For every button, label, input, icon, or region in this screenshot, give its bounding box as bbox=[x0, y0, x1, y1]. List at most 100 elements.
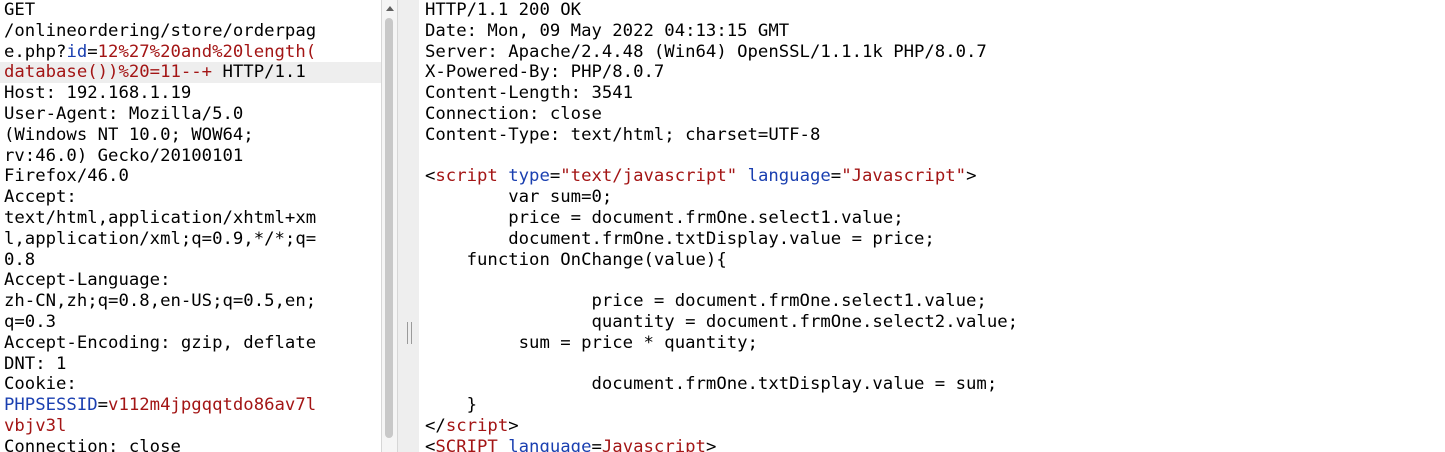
response-line-token bbox=[737, 166, 747, 186]
response-line: } bbox=[425, 395, 1445, 416]
request-line: Accept: bbox=[4, 187, 381, 208]
response-line: var sum=0; bbox=[425, 187, 1445, 208]
request-line-token: DNT: 1 bbox=[4, 353, 67, 374]
response-line-token: quantity = document.frmOne.select2.value… bbox=[425, 311, 1019, 332]
request-line: 0.8 bbox=[4, 250, 381, 271]
response-line bbox=[425, 270, 1445, 291]
response-line-token: document.frmOne.txtDisplay.value = price… bbox=[425, 228, 935, 249]
pane-splitter[interactable] bbox=[398, 0, 419, 452]
request-line: Cookie: bbox=[4, 374, 381, 395]
request-line-token: rv:46.0) Gecko/20100101 bbox=[4, 145, 244, 166]
request-line: (Windows NT 10.0; WOW64; bbox=[4, 125, 381, 146]
request-line: GET bbox=[4, 0, 381, 21]
response-line-token: < bbox=[425, 166, 436, 187]
request-line-token: = bbox=[97, 395, 109, 416]
response-text[interactable]: HTTP/1.1 200 OK Date: Mon, 09 May 2022 04… bbox=[425, 0, 1445, 452]
request-line-token: Firefox/46.0 bbox=[4, 166, 129, 187]
request-line: PHPSESSID=v112m4jpgqqtdo86av7l bbox=[4, 395, 381, 416]
response-line-token: = bbox=[830, 166, 842, 187]
request-line-token: v112m4jpgqqtdo86av7l bbox=[108, 395, 317, 416]
request-line: /onlineordering/store/orderpag bbox=[4, 21, 381, 42]
response-line-token: var sum=0; bbox=[425, 187, 613, 208]
request-line: vbjv3l bbox=[4, 416, 381, 437]
request-line: text/html,application/xhtml+xm bbox=[4, 208, 381, 229]
request-line-token: User-Agent: Mozilla/5.0 bbox=[4, 103, 244, 124]
request-line: Host: 192.168.1.19 bbox=[4, 83, 381, 104]
response-line-token: script bbox=[435, 166, 498, 187]
response-line-token: X-Powered-By: PHP/8.0.7 bbox=[425, 62, 665, 83]
response-line: Date: Mon, 09 May 2022 04:13:15 GMT bbox=[425, 21, 1445, 42]
request-line-token: q=0.3 bbox=[4, 311, 57, 332]
response-line-token: < bbox=[425, 436, 436, 452]
response-line-token: Javascript bbox=[601, 436, 706, 452]
response-line-token: document.frmOne.txtDisplay.value = sum; bbox=[425, 374, 998, 395]
response-line-token: </ bbox=[425, 415, 446, 436]
request-line-token: Connection: close bbox=[4, 436, 181, 452]
request-line-token: 0.8 bbox=[4, 249, 36, 270]
response-line-token: Server: Apache/2.4.48 (Win64) OpenSSL/1.… bbox=[425, 41, 987, 62]
response-line-token: script bbox=[445, 415, 509, 436]
request-line-token: vbjv3l bbox=[4, 415, 67, 436]
grip-icon bbox=[407, 322, 412, 344]
response-line-token bbox=[498, 437, 508, 452]
response-line-token: Connection: close bbox=[425, 103, 602, 124]
scrollbar-thumb[interactable] bbox=[385, 18, 393, 438]
request-line-token: PHPSESSID bbox=[4, 395, 98, 416]
response-line-token bbox=[498, 166, 508, 186]
response-line: Content-Length: 3541 bbox=[425, 83, 1445, 104]
request-line: l,application/xml;q=0.9,*/*;q= bbox=[4, 229, 381, 250]
request-line: e.php?id=12%27%20and%20length( bbox=[4, 42, 381, 63]
request-line: zh-CN,zh;q=0.8,en-US;q=0.5,en; bbox=[4, 291, 381, 312]
response-line: <script type="text/javascript" language=… bbox=[425, 166, 1445, 187]
response-line-token: > bbox=[705, 436, 717, 452]
scroll-up-arrow-icon[interactable] bbox=[382, 0, 397, 17]
response-line: </script> bbox=[425, 416, 1445, 437]
response-line-token: } bbox=[425, 395, 478, 416]
response-line-token: Content-Length: 3541 bbox=[425, 83, 634, 104]
response-line-token: "Javascript" bbox=[841, 166, 967, 187]
request-line: Firefox/46.0 bbox=[4, 166, 381, 187]
request-line-token: e.php? bbox=[4, 41, 67, 62]
response-viewer[interactable]: HTTP/1.1 200 OK Date: Mon, 09 May 2022 04… bbox=[419, 0, 1445, 452]
response-line: document.frmOne.txtDisplay.value = sum; bbox=[425, 374, 1445, 395]
request-line: Connection: close bbox=[4, 437, 381, 452]
request-line-token: /onlineordering/store/orderpag bbox=[4, 20, 317, 41]
request-line-token: zh-CN,zh;q=0.8,en-US;q=0.5,en; bbox=[4, 291, 317, 312]
response-line: document.frmOne.txtDisplay.value = price… bbox=[425, 229, 1445, 250]
request-line-token: Host: 192.168.1.19 bbox=[4, 83, 192, 104]
request-line: rv:46.0) Gecko/20100101 bbox=[4, 146, 381, 167]
request-line: Accept-Language: bbox=[4, 270, 381, 291]
request-line-token: Accept-Encoding: gzip, deflate bbox=[4, 332, 317, 353]
request-editor[interactable]: GET/onlineordering/store/orderpag e.php?i… bbox=[0, 0, 381, 452]
response-line: price = document.frmOne.select1.value; bbox=[425, 291, 1445, 312]
response-line-token: "text/javascript" bbox=[560, 166, 738, 187]
response-line: Server: Apache/2.4.48 (Win64) OpenSSL/1.… bbox=[425, 42, 1445, 63]
request-line: q=0.3 bbox=[4, 312, 381, 333]
response-line bbox=[425, 354, 1445, 375]
response-line: HTTP/1.1 200 OK bbox=[425, 0, 1445, 21]
response-line-token: Date: Mon, 09 May 2022 04:13:15 GMT bbox=[425, 20, 790, 41]
response-line: Content-Type: text/html; charset=UTF-8 bbox=[425, 125, 1445, 146]
response-line-token: > bbox=[966, 166, 977, 187]
request-line-token: = bbox=[87, 41, 98, 62]
response-line-token: language bbox=[747, 166, 831, 187]
response-line-token: SCRIPT bbox=[435, 436, 498, 452]
response-line: X-Powered-By: PHP/8.0.7 bbox=[425, 62, 1445, 83]
response-line: function OnChange(value){ bbox=[425, 250, 1445, 271]
response-line-token: > bbox=[508, 415, 519, 436]
request-text[interactable]: GET/onlineordering/store/orderpag e.php?i… bbox=[0, 0, 381, 452]
response-line-token: language bbox=[508, 436, 592, 452]
response-line: <SCRIPT language=Javascript> bbox=[425, 437, 1445, 452]
request-scrollbar[interactable] bbox=[381, 0, 398, 452]
request-line: Accept-Encoding: gzip, deflate bbox=[4, 333, 381, 354]
request-line: User-Agent: Mozilla/5.0 bbox=[4, 104, 381, 125]
response-line: Connection: close bbox=[425, 104, 1445, 125]
response-line-token: HTTP/1.1 200 OK bbox=[425, 0, 582, 20]
response-line-token: Content-Type: text/html; charset=UTF-8 bbox=[425, 124, 821, 145]
request-line-token: Accept: bbox=[4, 187, 77, 208]
request-line: database())%20=11--+ HTTP/1.1 bbox=[0, 62, 381, 84]
response-line: price = document.frmOne.select1.value; bbox=[425, 208, 1445, 229]
response-line-token: = bbox=[591, 436, 602, 452]
response-line-token: function OnChange(value){ bbox=[425, 249, 727, 270]
response-line: quantity = document.frmOne.select2.value… bbox=[425, 312, 1445, 333]
